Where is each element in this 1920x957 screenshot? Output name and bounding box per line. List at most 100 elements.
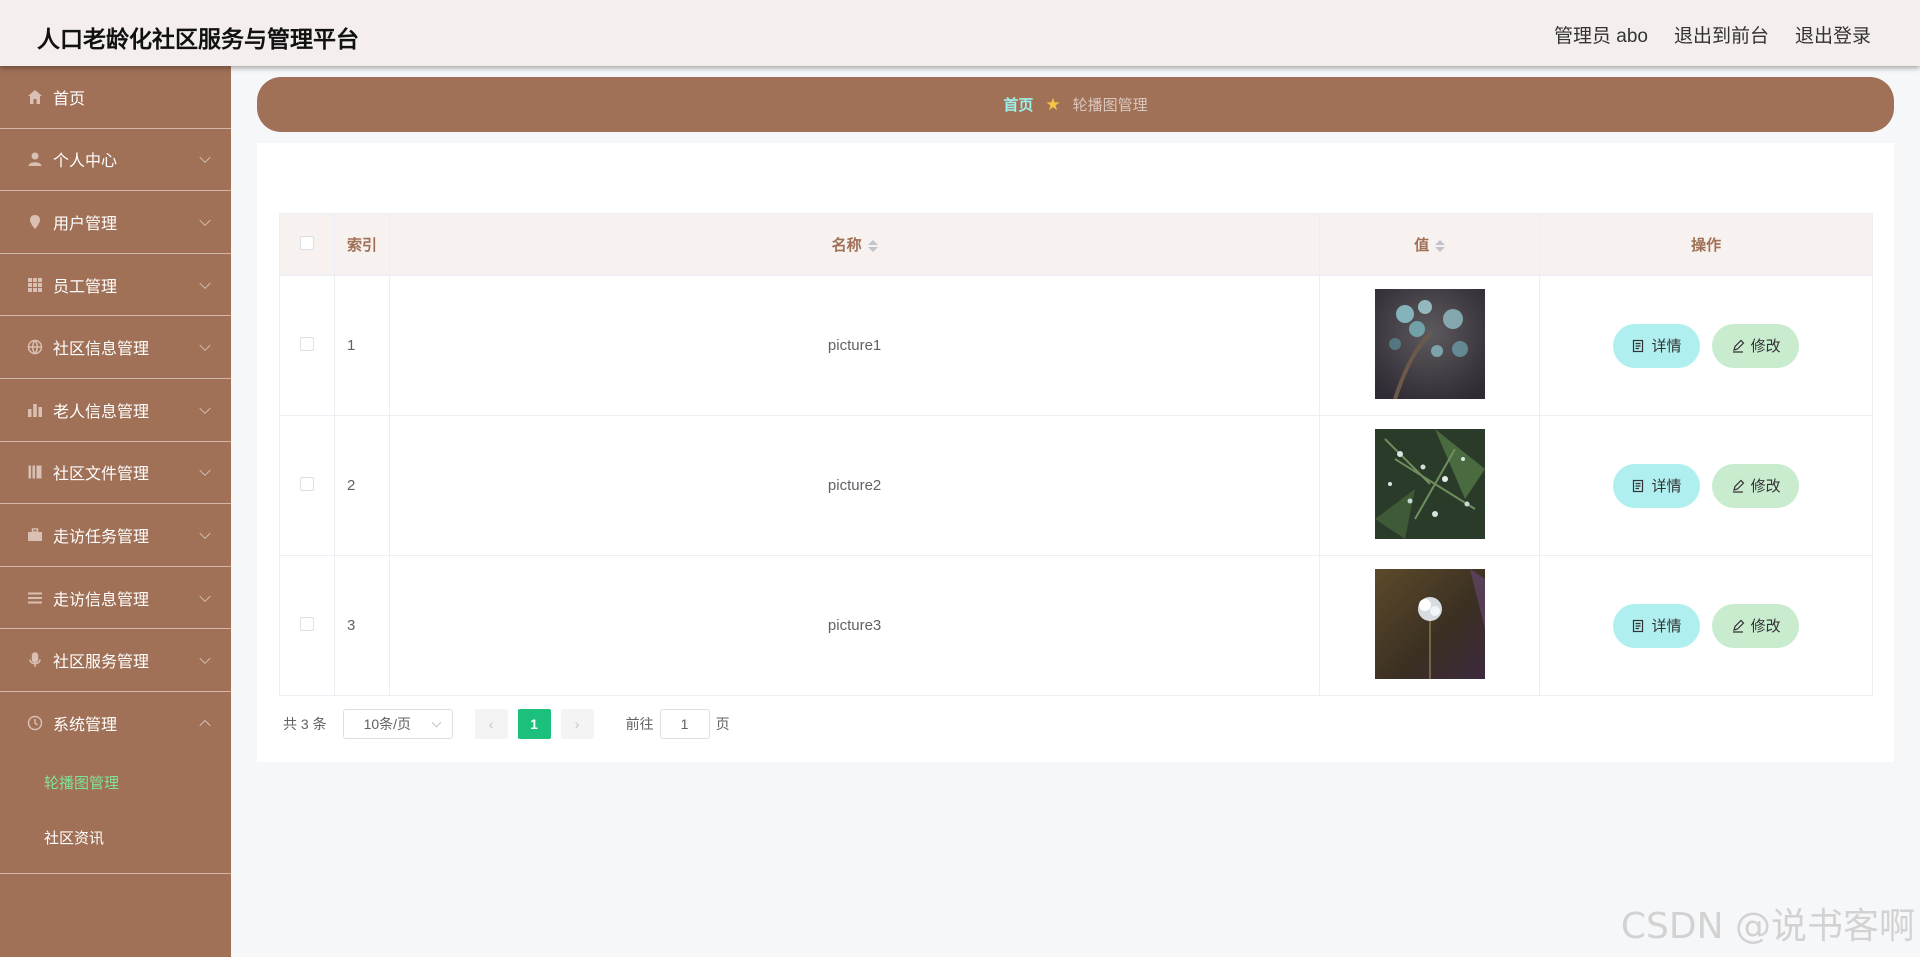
document-icon	[1631, 339, 1645, 353]
chevron-down-icon	[199, 527, 211, 540]
page-size-value: 10条/页	[363, 716, 412, 732]
breadcrumb-home-link[interactable]: 首页	[1003, 94, 1033, 115]
sidebar-item-label: 用户管理	[53, 215, 118, 233]
sidebar-item-label: 社区信息管理	[53, 341, 150, 359]
sidebar-item-elderly-info[interactable]: 老人信息管理	[0, 379, 231, 442]
carousel-table: 索引 名称 值 操作 1 picture1 详情 修改 2 picture2 详…	[279, 213, 1873, 696]
sidebar-item-system[interactable]: 系统管理	[0, 692, 231, 755]
pencil-icon	[1731, 619, 1745, 633]
back-to-front-link[interactable]: 退出到前台	[1674, 21, 1769, 48]
bar-chart-icon	[26, 401, 44, 419]
goto-page-input[interactable]	[659, 709, 710, 739]
detail-button-label: 详情	[1651, 338, 1682, 355]
sidebar: 首页 个人中心 用户管理 员工管理 社区信息管理 老人信息管理 社区文件管理 走…	[0, 66, 231, 957]
select-all-checkbox[interactable]	[299, 235, 314, 250]
row-actions-cell: 详情 修改	[1539, 415, 1873, 556]
sidebar-item-label: 社区服务管理	[53, 654, 150, 672]
sidebar-item-visit-tasks[interactable]: 走访任务管理	[0, 504, 231, 567]
sidebar-item-label: 走访信息管理	[53, 591, 150, 609]
top-header: 人口老龄化社区服务与管理平台 管理员 abo 退出到前台 退出登录	[0, 0, 1920, 66]
blue-flowers-thumbnail[interactable]	[1374, 288, 1485, 399]
row-index: 1	[333, 275, 390, 416]
sidebar-subitem-carousel[interactable]: 轮播图管理	[0, 755, 231, 810]
grid-icon	[26, 276, 44, 294]
document-icon	[1631, 619, 1645, 633]
column-header-index: 索引	[333, 213, 390, 276]
sidebar-subitem-community-news[interactable]: 社区资讯	[0, 810, 231, 865]
chevron-down-icon	[431, 717, 442, 728]
row-select-cell	[279, 555, 335, 696]
chevron-down-icon	[199, 152, 211, 164]
sidebar-item-community-files[interactable]: 社区文件管理	[0, 442, 231, 505]
row-value-cell	[1319, 555, 1541, 696]
select-all-cell	[279, 213, 335, 276]
edit-button-label: 修改	[1750, 338, 1781, 355]
sidebar-item-users[interactable]: 用户管理	[0, 191, 231, 254]
sidebar-item-home[interactable]: 首页	[0, 66, 231, 129]
green-foliage-thumbnail[interactable]	[1374, 428, 1485, 539]
column-header-value[interactable]: 值	[1319, 213, 1541, 276]
breadcrumb-current: 轮播图管理	[1072, 97, 1148, 114]
column-header-name-label: 名称	[831, 237, 862, 254]
prev-page-button[interactable]: ‹	[474, 709, 508, 739]
sidebar-item-community-info[interactable]: 社区信息管理	[0, 316, 231, 379]
chevron-down-icon	[199, 465, 211, 477]
next-page-button[interactable]: ›	[560, 709, 594, 739]
sidebar-item-label: 首页	[53, 90, 86, 108]
chevron-down-icon	[199, 214, 211, 227]
white-flower-thumbnail[interactable]	[1374, 568, 1485, 679]
detail-button-label: 详情	[1651, 618, 1682, 635]
edit-button-label: 修改	[1750, 478, 1781, 495]
row-index: 3	[333, 555, 390, 696]
row-index: 2	[333, 415, 390, 556]
folder-icon	[26, 463, 44, 481]
row-select-cell	[279, 275, 335, 416]
chevron-up-icon	[199, 719, 211, 732]
content-panel: 索引 名称 值 操作 1 picture1 详情 修改 2 picture2 详…	[257, 143, 1894, 762]
logout-link[interactable]: 退出登录	[1795, 21, 1871, 48]
edit-button[interactable]: 修改	[1712, 463, 1800, 508]
app-title: 人口老龄化社区服务与管理平台	[37, 26, 359, 52]
watermark: CSDN @说书客啊	[1620, 906, 1915, 947]
pagination-total: 共 3 条	[283, 716, 327, 732]
location-icon	[26, 213, 44, 231]
sort-caret-icon[interactable]	[867, 240, 878, 253]
sidebar-item-community-services[interactable]: 社区服务管理	[0, 629, 231, 692]
detail-button[interactable]: 详情	[1612, 323, 1700, 368]
edit-button[interactable]: 修改	[1712, 603, 1800, 648]
header-links: 管理员 abo 退出到前台 退出登录	[1554, 21, 1871, 48]
chevron-down-icon	[199, 339, 211, 352]
sidebar-item-label: 个人中心	[53, 153, 118, 171]
sort-caret-icon[interactable]	[1435, 240, 1446, 253]
admin-user-label[interactable]: 管理员 abo	[1554, 21, 1648, 48]
row-actions-cell: 详情 修改	[1539, 275, 1873, 416]
row-checkbox[interactable]	[299, 476, 314, 491]
column-header-name[interactable]: 名称	[388, 213, 1321, 276]
sidebar-item-label: 员工管理	[53, 278, 118, 296]
page-number-button[interactable]: 1	[517, 709, 551, 739]
system-submenu: 轮播图管理 社区资讯	[0, 755, 231, 874]
page-size-select[interactable]: 10条/页	[342, 709, 453, 739]
pagination: 共 3 条 10条/页 ‹ 1 › 前往 页	[283, 709, 730, 739]
detail-button[interactable]: 详情	[1612, 463, 1700, 508]
breadcrumb: 首页 ★ 轮播图管理	[257, 77, 1894, 132]
edit-button-label: 修改	[1750, 618, 1781, 635]
row-actions-cell: 详情 修改	[1539, 555, 1873, 696]
row-checkbox[interactable]	[299, 616, 314, 631]
goto-prefix: 前往	[625, 716, 654, 732]
sidebar-item-profile[interactable]: 个人中心	[0, 129, 231, 192]
home-icon	[26, 88, 44, 106]
row-checkbox[interactable]	[299, 336, 314, 351]
row-value-cell	[1319, 275, 1541, 416]
goto-page: 前往 页	[626, 709, 730, 739]
sidebar-item-staff[interactable]: 员工管理	[0, 254, 231, 317]
chevron-down-icon	[199, 402, 211, 414]
row-name: picture2	[388, 415, 1321, 556]
table-header-row: 索引 名称 值 操作	[279, 213, 1873, 276]
column-header-actions: 操作	[1539, 213, 1873, 276]
edit-button[interactable]: 修改	[1712, 323, 1800, 368]
goto-suffix: 页	[715, 716, 730, 732]
detail-button[interactable]: 详情	[1612, 603, 1700, 648]
sidebar-item-visit-info[interactable]: 走访信息管理	[0, 567, 231, 630]
sidebar-item-label: 系统管理	[53, 717, 118, 735]
